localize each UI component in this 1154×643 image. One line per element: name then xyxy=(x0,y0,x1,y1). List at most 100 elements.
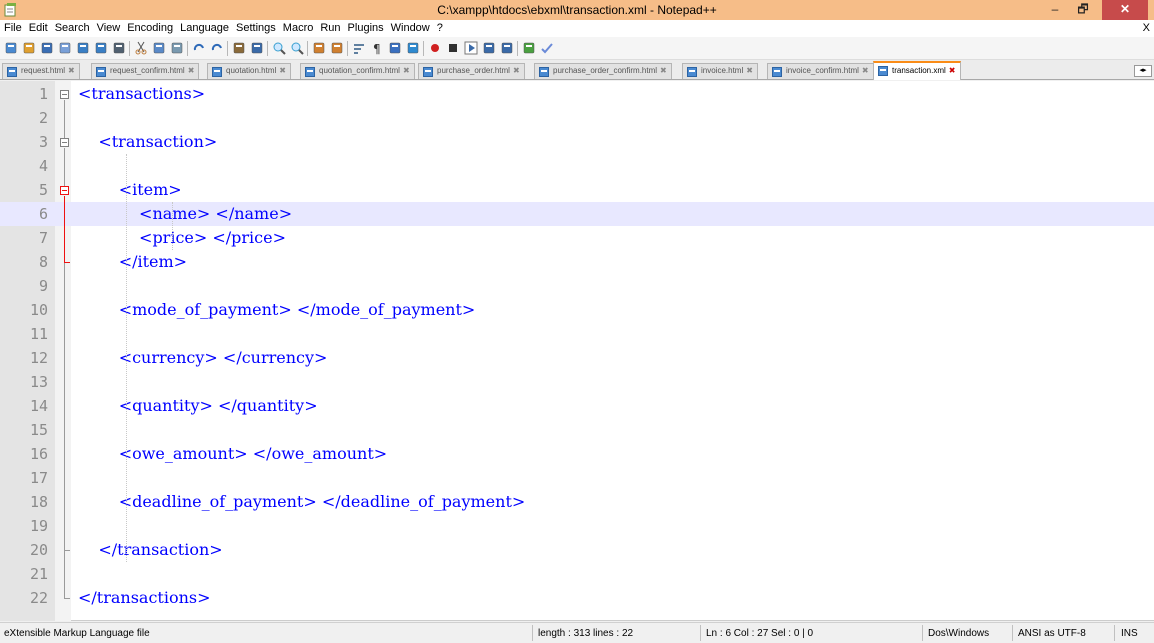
code-line[interactable]: 14 <quantity> </quantity> xyxy=(0,394,1154,418)
code-text[interactable]: </transaction> xyxy=(78,540,222,559)
tab-quotation-confirm-html[interactable]: quotation_confirm.html ✖ xyxy=(300,63,415,79)
code-text[interactable]: </item> xyxy=(78,252,187,271)
tab-scroll-button[interactable]: ◂▸ xyxy=(1134,65,1152,77)
macro-save-icon[interactable] xyxy=(500,41,514,55)
code-line[interactable]: 2 xyxy=(0,106,1154,130)
tab-invoice-confirm-html[interactable]: invoice_confirm.html ✖ xyxy=(767,63,874,79)
code-line[interactable]: 17 xyxy=(0,466,1154,490)
menu-plugins[interactable]: Plugins xyxy=(344,20,387,34)
tab-invoice-html[interactable]: invoice.html ✖ xyxy=(682,63,758,79)
code-line[interactable]: 15 xyxy=(0,418,1154,442)
tab-transaction-xml[interactable]: transaction.xml ✖ xyxy=(873,61,961,80)
undo-icon[interactable] xyxy=(192,41,206,55)
tab-purchase-order-confirm-html[interactable]: purchase_order_confirm.html ✖ xyxy=(534,63,672,79)
code-line[interactable]: 21 xyxy=(0,562,1154,586)
close-icon[interactable] xyxy=(76,41,90,55)
tab-request-html[interactable]: request.html ✖ xyxy=(2,63,80,79)
code-line[interactable]: 22 </transactions> xyxy=(0,586,1154,610)
copy-icon[interactable] xyxy=(152,41,166,55)
fold-collapse-icon[interactable] xyxy=(60,186,69,195)
save-all-icon[interactable] xyxy=(58,41,72,55)
code-text[interactable]: <price> </price> xyxy=(78,228,286,247)
menu-window[interactable]: Window xyxy=(387,20,433,34)
menu-help[interactable]: ? xyxy=(433,20,446,34)
code-text[interactable]: <name> </name> xyxy=(78,204,292,223)
find-icon[interactable] xyxy=(232,41,246,55)
code-line[interactable]: 8 </item> xyxy=(0,250,1154,274)
code-line[interactable]: 19 xyxy=(0,514,1154,538)
tab-close-icon[interactable]: ✖ xyxy=(279,66,286,75)
menu-macro[interactable]: Macro xyxy=(279,20,317,34)
tab-close-icon[interactable]: ✖ xyxy=(949,66,956,75)
code-line[interactable]: 7 <price> </price> xyxy=(0,226,1154,250)
code-line[interactable]: 10 <mode_of_payment> </mode_of_payment> xyxy=(0,298,1154,322)
macro-record-icon[interactable] xyxy=(428,41,442,55)
code-line[interactable]: 1 <transactions> xyxy=(0,82,1154,106)
tab-request-confirm-html[interactable]: request_confirm.html ✖ xyxy=(91,63,200,79)
fold-collapse-icon[interactable] xyxy=(60,90,69,99)
code-text[interactable]: <quantity> </quantity> xyxy=(78,396,318,415)
menu-settings[interactable]: Settings xyxy=(232,20,279,34)
tab-close-icon[interactable]: ✖ xyxy=(660,66,667,75)
menu-search[interactable]: Search xyxy=(51,20,93,34)
code-line[interactable]: 3 <transaction> xyxy=(0,130,1154,154)
print-icon[interactable] xyxy=(112,41,126,55)
redo-icon[interactable] xyxy=(210,41,224,55)
open-file-icon[interactable] xyxy=(22,41,36,55)
macro-play-icon[interactable] xyxy=(464,41,478,55)
tab-close-icon[interactable]: ✖ xyxy=(188,66,195,75)
code-line[interactable]: 20 </transaction> xyxy=(0,538,1154,562)
word-wrap-icon[interactable] xyxy=(352,41,366,55)
launch-browser-icon[interactable] xyxy=(522,41,536,55)
close-all-icon[interactable] xyxy=(94,41,108,55)
zoom-out-icon[interactable] xyxy=(290,41,304,55)
code-line[interactable]: 6 <name> </name> xyxy=(0,202,1154,226)
save-icon[interactable] xyxy=(40,41,54,55)
code-line[interactable]: 16 <owe_amount> </owe_amount> xyxy=(0,442,1154,466)
code-line[interactable]: 4 xyxy=(0,154,1154,178)
code-text[interactable]: <owe_amount> </owe_amount> xyxy=(78,444,387,463)
tab-close-icon[interactable]: ✖ xyxy=(513,66,520,75)
paste-icon[interactable] xyxy=(170,41,184,55)
menu-view[interactable]: View xyxy=(93,20,124,34)
menu-run[interactable]: Run xyxy=(316,20,343,34)
tab-purchase-order-html[interactable]: purchase_order.html ✖ xyxy=(418,63,525,79)
tab-close-icon[interactable]: ✖ xyxy=(746,66,753,75)
code-line[interactable]: 11 xyxy=(0,322,1154,346)
new-file-icon[interactable] xyxy=(4,41,18,55)
code-line[interactable]: 5 <item> xyxy=(0,178,1154,202)
fold-collapse-icon[interactable] xyxy=(60,138,69,147)
tab-close-icon[interactable]: ✖ xyxy=(862,66,869,75)
close-document-button[interactable]: X xyxy=(1143,22,1150,34)
code-text[interactable]: <currency> </currency> xyxy=(78,348,328,367)
code-text[interactable]: <item> xyxy=(78,180,182,199)
code-text[interactable]: <transaction> xyxy=(78,132,217,151)
show-all-chars-icon[interactable]: ¶ xyxy=(370,41,384,55)
macro-run-multiple-icon[interactable] xyxy=(482,41,496,55)
menu-language[interactable]: Language xyxy=(176,20,232,34)
code-line[interactable]: 12 <currency> </currency> xyxy=(0,346,1154,370)
code-text[interactable]: </transactions> xyxy=(78,588,211,607)
sync-vertical-icon[interactable] xyxy=(312,41,326,55)
close-window-button[interactable]: ✕ xyxy=(1102,0,1148,20)
macro-stop-icon[interactable] xyxy=(446,41,460,55)
code-text[interactable]: <mode_of_payment> </mode_of_payment> xyxy=(78,300,476,319)
code-text[interactable]: <deadline_of_payment> </deadline_of_paym… xyxy=(78,492,526,511)
menu-edit[interactable]: Edit xyxy=(25,20,51,34)
code-line[interactable]: 18 <deadline_of_payment> </deadline_of_p… xyxy=(0,490,1154,514)
zoom-in-icon[interactable] xyxy=(272,41,286,55)
tab-quotation-html[interactable]: quotation.html ✖ xyxy=(207,63,291,79)
code-text[interactable]: <transactions> xyxy=(78,84,205,103)
sync-horizontal-icon[interactable] xyxy=(330,41,344,55)
indent-guide-icon[interactable] xyxy=(388,41,402,55)
code-line[interactable]: 13 xyxy=(0,370,1154,394)
minimize-button[interactable]: ‒ xyxy=(1042,0,1068,20)
cut-icon[interactable] xyxy=(134,41,148,55)
doc-map-icon[interactable] xyxy=(406,41,420,55)
spellcheck-icon[interactable] xyxy=(540,41,554,55)
editor[interactable]: 1 <transactions> 2 3 <transaction> 4 5 <item>… xyxy=(0,81,1154,621)
menu-encoding[interactable]: Encoding xyxy=(123,20,176,34)
tab-close-icon[interactable]: ✖ xyxy=(403,66,410,75)
maximize-button[interactable]: 🗗 xyxy=(1070,0,1096,20)
menu-file[interactable]: File xyxy=(0,20,25,34)
